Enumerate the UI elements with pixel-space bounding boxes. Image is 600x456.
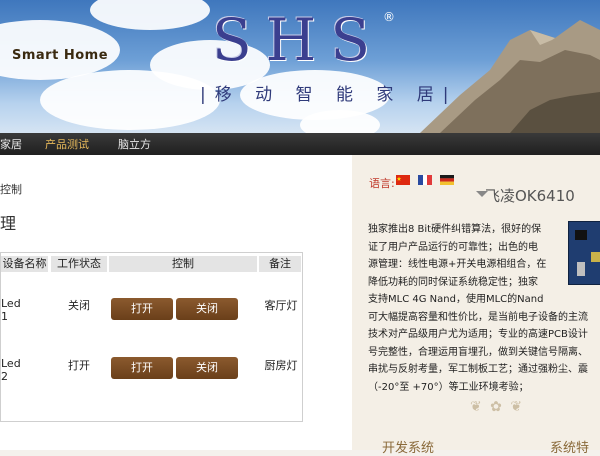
chip-decoration	[591, 252, 600, 262]
table-header-status: 工作状态	[51, 256, 107, 272]
device-note: 厨房灯	[264, 359, 298, 372]
chip-decoration	[577, 262, 585, 276]
description-line: 源管理：线性电源+开关电源相组合，在	[368, 259, 547, 270]
description-line: 可大幅提高容量和性价比，是当前电子设备的主流	[368, 311, 588, 323]
registered-mark: ®	[383, 10, 395, 24]
turn-off-button[interactable]: 关闭	[176, 298, 238, 320]
chip-decoration	[575, 230, 587, 240]
description-line: 独家推出8 Bit硬件纠错算法，很好的保	[368, 224, 542, 235]
section-title: 理	[0, 214, 17, 233]
description-line: 证了用户产品运行的可靠性；出色的电	[368, 241, 538, 253]
nav-item-brain-cube[interactable]: 脑立方	[118, 136, 151, 152]
breadcrumb: 控制	[0, 183, 22, 196]
ornament-divider: ❦ ✿ ❦	[470, 399, 525, 415]
turn-on-button[interactable]: 打开	[111, 357, 173, 379]
device-name: Led 2	[1, 357, 21, 383]
product-description: 独家推出8 Bit硬件纠错算法，很好的保 证了用户产品运行的可靠性；出色的电 源…	[368, 221, 600, 396]
table-header-control: 控制	[109, 256, 257, 272]
logo-subtitle: |移 动 智 能 家 居|	[200, 85, 458, 105]
device-table: 设备名称 工作状态 控制 备注 Led 1 关闭 打开 关闭 客厅灯 Led 2…	[0, 252, 303, 422]
description-line: 降低功耗的同时保证系统稳定性；独家	[368, 276, 538, 288]
dev-system-heading[interactable]: 开发系统	[382, 437, 434, 456]
description-line: 串扰与反射考量，军工制板工艺；通过强粉尘、震	[368, 364, 588, 375]
site-logo: SHS	[212, 6, 385, 74]
turn-on-button[interactable]: 打开	[111, 298, 173, 320]
system-features-heading[interactable]: 系统特	[550, 437, 589, 456]
china-flag-icon[interactable]	[396, 175, 410, 185]
turn-off-button[interactable]: 关闭	[176, 357, 238, 379]
cloud-decoration	[90, 0, 210, 30]
nav-item-home[interactable]: 家居	[0, 136, 22, 152]
description-line: （-20°至 +70°）等工业环境考验；	[368, 381, 529, 393]
dev-board-image	[568, 221, 600, 285]
sidebar: 语言: 飞凌OK6410 独家推出8 Bit硬件纠错算法，很好的保 证了用户产品…	[352, 155, 600, 456]
main-nav: 家居 产品测试 脑立方	[0, 133, 600, 155]
brand-tagline: Smart Home	[12, 48, 109, 63]
description-line: 支持MLC 4G Nand，使用MLC的Nand	[368, 294, 544, 305]
product-title: 飞凌OK6410	[485, 187, 575, 205]
device-note: 客厅灯	[264, 299, 298, 312]
device-status: 关闭	[68, 299, 90, 312]
germany-flag-icon[interactable]	[440, 175, 454, 185]
nav-item-product-test[interactable]: 产品测试	[45, 136, 89, 152]
description-line: 号完整性，合理运用盲埋孔，做到关键信号隔离、	[368, 346, 588, 358]
table-header-note: 备注	[259, 256, 301, 272]
description-line: 技术对产品级用户尤为适用；专业的高速PCB设计	[368, 329, 588, 340]
table-header-device-name: 设备名称	[1, 256, 48, 272]
device-name: Led 1	[1, 297, 21, 323]
device-status: 打开	[68, 359, 90, 372]
main-content: 控制 理 设备名称 工作状态 控制 备注 Led 1 关闭 打开 关闭 客厅灯 …	[0, 155, 352, 450]
mountain-image	[420, 20, 600, 133]
cloud-decoration	[300, 110, 380, 133]
language-label: 语言:	[369, 177, 395, 190]
france-flag-icon[interactable]	[418, 175, 432, 185]
header-banner: Smart Home SHS ® |移 动 智 能 家 居|	[0, 0, 600, 133]
